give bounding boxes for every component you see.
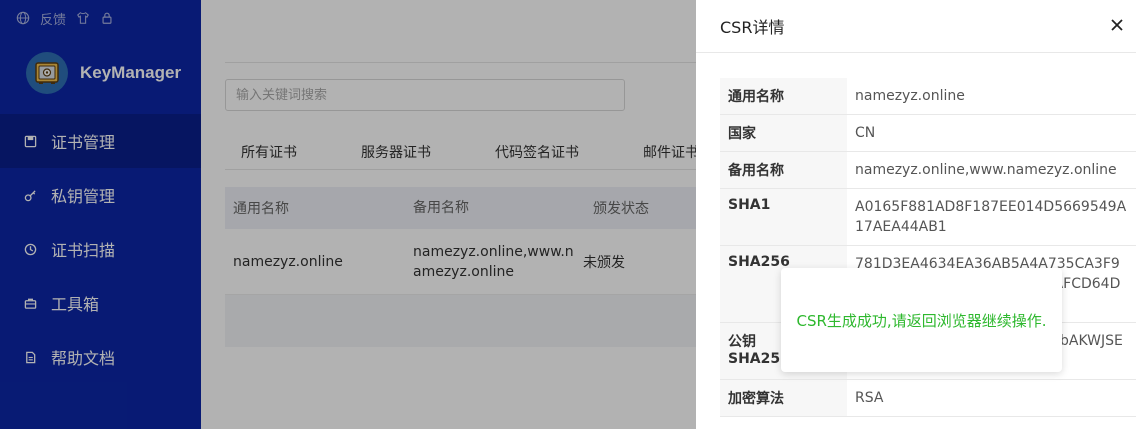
detail-row: 通用名称 namezyz.online (720, 78, 1136, 115)
success-toast: CSR生成成功,请返回浏览器继续操作. (781, 268, 1062, 372)
detail-value: namezyz.online (855, 88, 965, 104)
detail-label: SHA1 (720, 189, 847, 245)
detail-row: 备用名称 namezyz.online,www.namezyz.online (720, 152, 1136, 189)
detail-value: namezyz.online,www.namezyz.online (855, 162, 1117, 178)
detail-value: RSA (855, 390, 884, 406)
close-button[interactable] (1108, 16, 1126, 34)
detail-label: 通用名称 (720, 78, 847, 114)
detail-value: A0165F881AD8F187EE014D5669549A17AEA44AB1 (855, 199, 1127, 235)
detail-value: CN (855, 125, 876, 141)
drawer-title: CSR详情 (696, 0, 1136, 53)
detail-label: 备用名称 (720, 152, 847, 188)
detail-label: 加密算法 (720, 380, 847, 416)
detail-row: SHA1 A0165F881AD8F187EE014D5669549A17AEA… (720, 189, 1136, 246)
detail-row: 加密算法 RSA (720, 380, 1136, 417)
close-icon (1111, 19, 1123, 31)
detail-row: 国家 CN (720, 115, 1136, 152)
detail-label: 国家 (720, 115, 847, 151)
